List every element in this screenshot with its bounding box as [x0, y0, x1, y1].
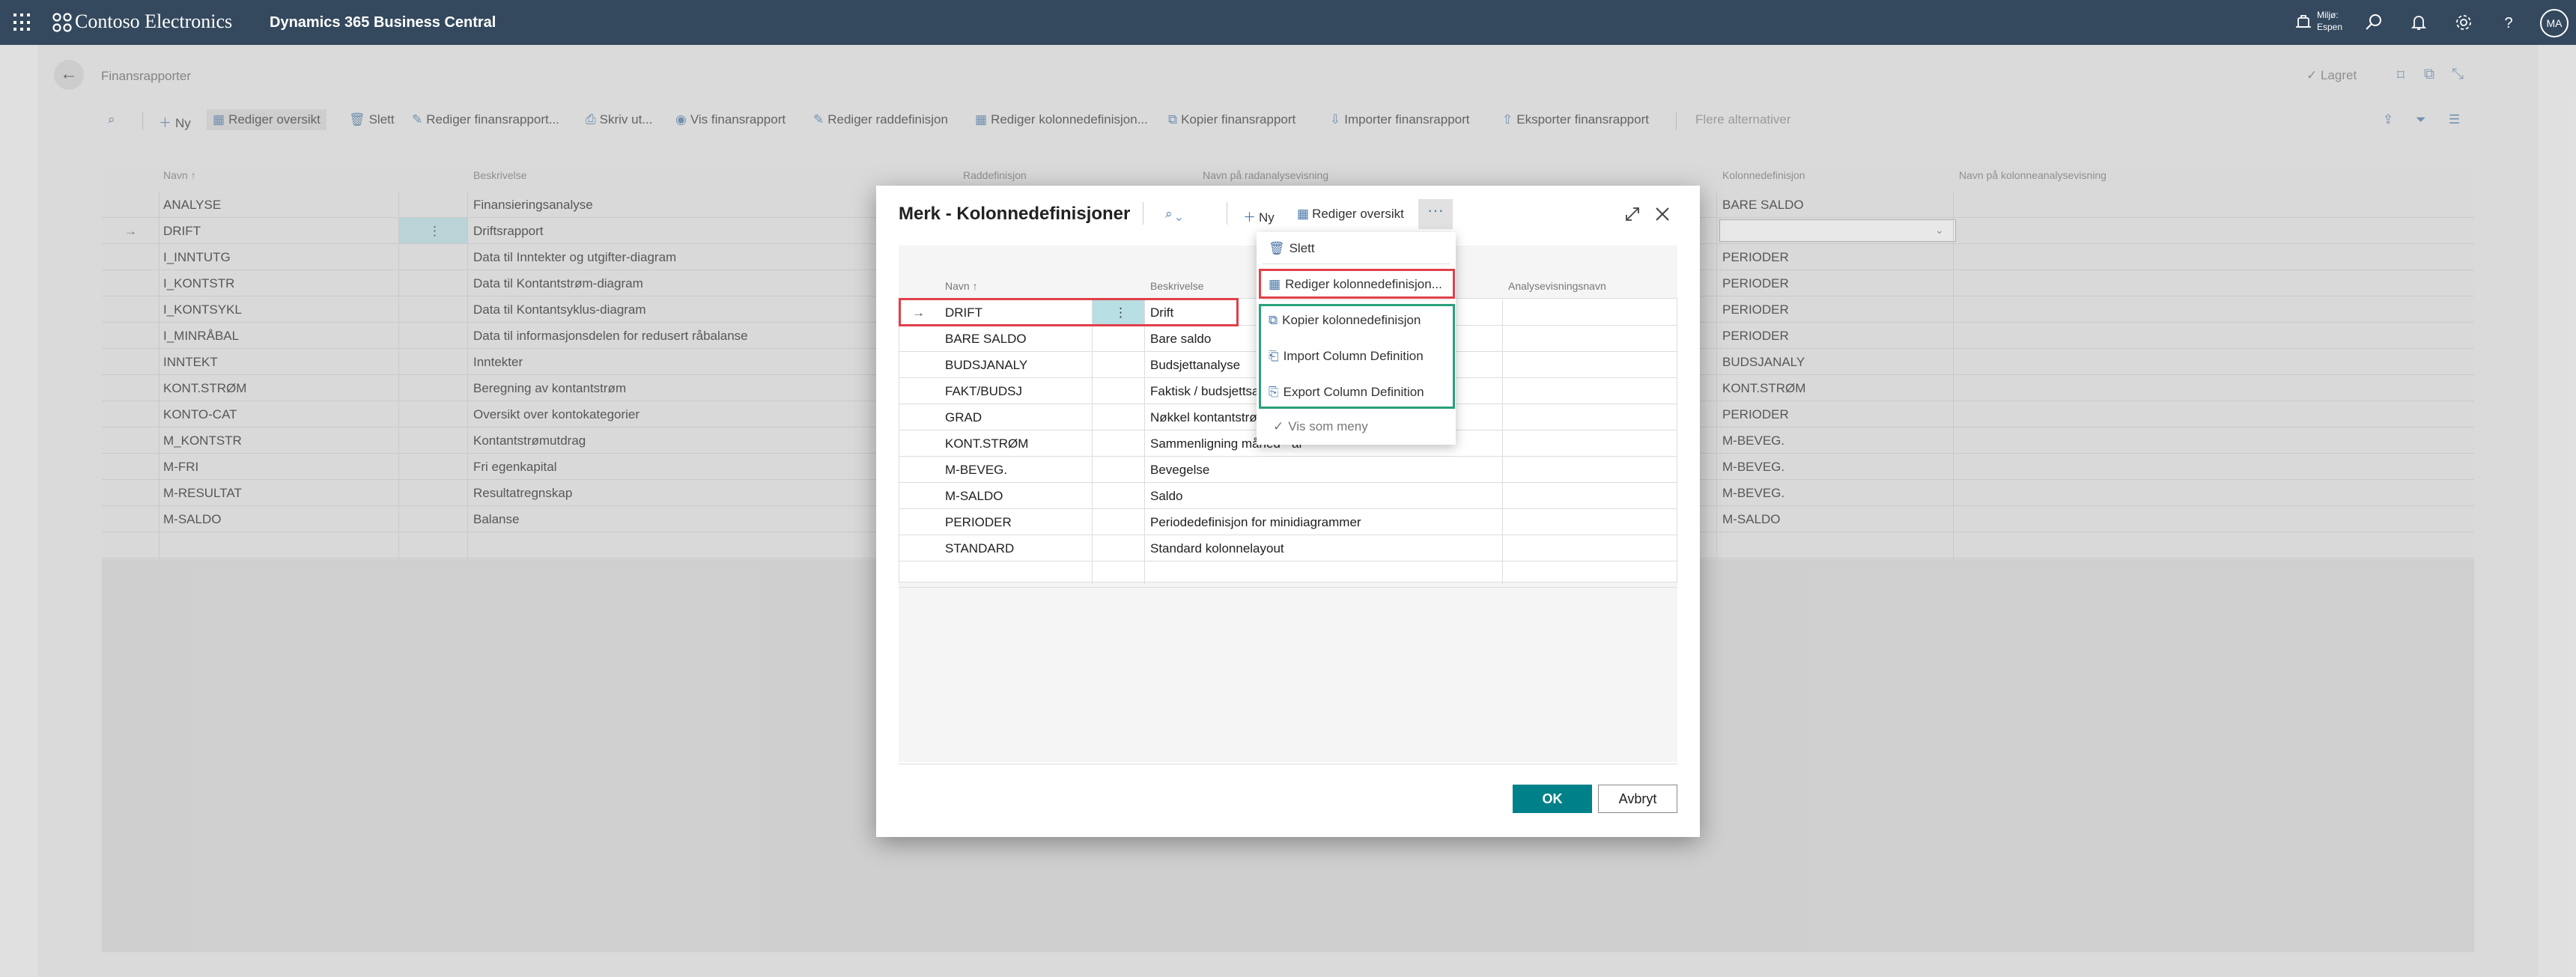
dialog-table-row[interactable]: STANDARD Standard kolonnelayout [899, 535, 1677, 561]
dialog-row-name[interactable]: FAKT/BUDSJ [945, 384, 1022, 399]
notifications-bell-icon[interactable] [2408, 12, 2429, 33]
dialog-row-name[interactable]: GRAD [945, 410, 982, 425]
dialog-column-header-view-name[interactable]: Analysevisningsnavn [1508, 280, 1606, 292]
environment-label[interactable]: Miljø: Espen [2317, 9, 2342, 33]
more-actions-ellipsis-icon[interactable]: ··· [1418, 199, 1453, 229]
dialog-table-row[interactable]: M-BEVEG. Bevegelse [899, 457, 1677, 483]
dialog-row-description[interactable]: Standard kolonnelayout [1150, 541, 1284, 556]
dialog-row-description[interactable]: Saldo [1150, 489, 1182, 504]
product-name: Dynamics 365 Business Central [270, 14, 496, 31]
user-avatar[interactable]: MA [2540, 9, 2569, 37]
dialog-edit-list-button[interactable]: ▦ Rediger oversikt [1297, 207, 1404, 222]
environment-icon[interactable] [2293, 12, 2314, 33]
settings-gear-icon[interactable] [2453, 12, 2474, 33]
dialog-edit-list-label: Rediger oversikt [1312, 207, 1404, 221]
top-bar: Contoso Electronics Dynamics 365 Busines… [0, 0, 2576, 45]
dialog-row-name[interactable]: BUDSJANALY [945, 358, 1027, 373]
dialog-row-name[interactable]: M-BEVEG. [945, 463, 1007, 478]
dialog-row-name[interactable]: KONT.STRØM [945, 436, 1028, 451]
company-logo-icon [52, 13, 72, 32]
dialog-row-description[interactable]: Budsjettanalyse [1150, 358, 1240, 373]
selected-row-highlight [899, 298, 1239, 326]
dialog-row-name[interactable]: PERIODER [945, 515, 1012, 530]
ok-button[interactable]: OK [1513, 785, 1592, 813]
dialog-row-description[interactable]: Bevegelse [1150, 463, 1209, 478]
dialog-row-description[interactable]: Bare saldo [1150, 332, 1211, 347]
dialog-table-row[interactable]: M-SALDO Saldo [899, 483, 1677, 509]
menu-item-show-as-menu[interactable]: ✓ Vis som meny [1273, 419, 1368, 434]
dialog-row-name[interactable]: M-SALDO [945, 489, 1003, 504]
expand-icon[interactable] [1622, 204, 1643, 225]
company-name[interactable]: Contoso Electronics [75, 10, 232, 33]
help-icon[interactable]: ? [2498, 12, 2519, 33]
dialog-table-row[interactable]: PERIODER Periodedefinisjon for minidiagra… [899, 509, 1677, 535]
dialog-grid-divider [1092, 299, 1093, 584]
dialog-row-name[interactable]: BARE SALDO [945, 332, 1027, 347]
dialog-table-row-empty[interactable] [899, 561, 1677, 588]
app-launcher-icon[interactable] [13, 13, 31, 31]
dialog-row-description[interactable]: Faktisk / budsjettsa [1150, 384, 1260, 399]
dialog-search-icon[interactable]: ⌕ ⌄ [1165, 207, 1185, 222]
environment-label-line1: Miljø: [2317, 10, 2339, 20]
dialog-column-header-description[interactable]: Beskrivelse [1150, 280, 1204, 292]
svg-text:?: ? [2504, 15, 2512, 31]
menu-item-show-as-menu-label: Vis som meny [1288, 419, 1368, 433]
menu-item-delete[interactable]: 🗑 Slett [1269, 241, 1315, 256]
dialog-column-header-name[interactable]: Navn ↑ [945, 280, 978, 292]
close-icon[interactable] [1652, 204, 1673, 225]
menu-item-delete-label: Slett [1289, 241, 1315, 255]
dialog-row-name[interactable]: STANDARD [945, 541, 1014, 556]
dialog-new-label: Ny [1259, 210, 1275, 225]
dialog-row-description[interactable]: Periodedefinisjon for minidiagrammer [1150, 515, 1361, 530]
search-icon[interactable] [2363, 12, 2384, 33]
dialog-grid-divider [1502, 299, 1503, 584]
menu-separator [1263, 299, 1450, 300]
dialog-grid-divider [1144, 299, 1145, 584]
dialog-new-button[interactable]: ＋ Ny [1243, 207, 1275, 225]
dialog-row-description[interactable]: Nøkkel kontantstrø [1150, 410, 1257, 425]
dialog-title: Merk - Kolonnedefinisjoner [899, 204, 1131, 224]
copy-import-export-highlight [1259, 304, 1455, 409]
cancel-button[interactable]: Avbryt [1598, 785, 1677, 813]
environment-label-line2: Espen [2317, 22, 2343, 32]
edit-column-definition-highlight [1259, 269, 1455, 299]
